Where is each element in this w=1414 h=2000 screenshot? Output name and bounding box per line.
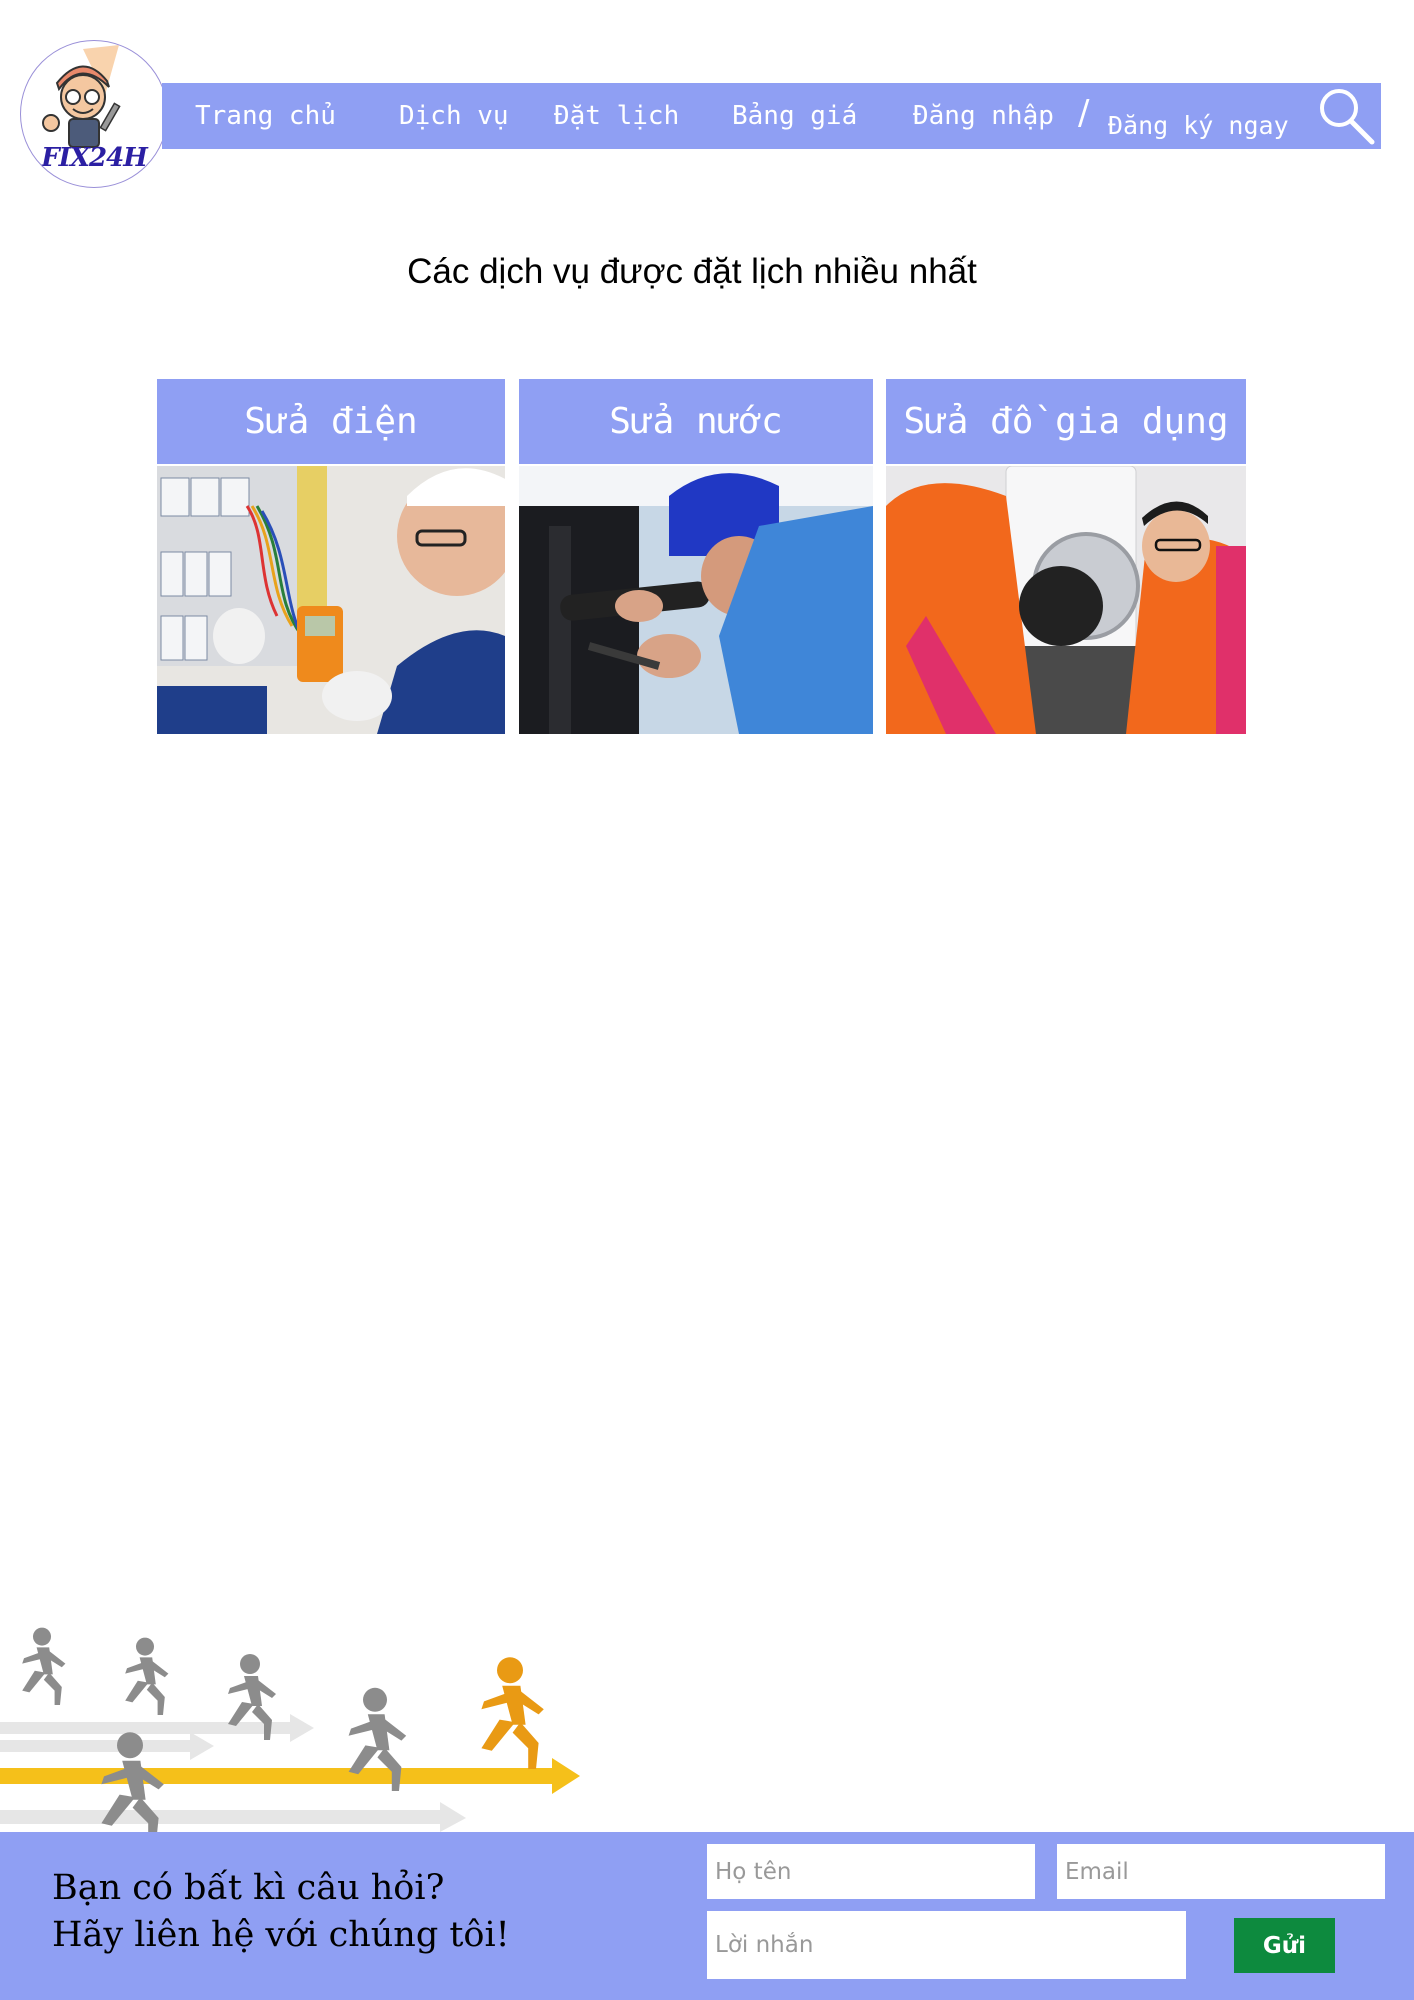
service-card-appliance[interactable]: Sửa đồ gia dụng	[886, 379, 1246, 734]
electrician-image	[157, 466, 505, 734]
contact-footer: Bạn có bất kì câu hỏi? Hãy liên hệ với c…	[0, 1832, 1414, 2000]
nav-register[interactable]: Đăng ký ngay	[1108, 113, 1289, 138]
search-icon[interactable]	[1314, 84, 1378, 148]
contact-invite: Hãy liên hệ với chúng tôi!	[52, 1915, 510, 1955]
service-card-title: Sửa nước	[519, 379, 873, 464]
nav-booking[interactable]: Đặt lịch	[554, 83, 679, 149]
nav-separator: /	[1078, 93, 1090, 133]
email-field[interactable]	[1057, 1844, 1385, 1899]
message-field[interactable]	[707, 1911, 1186, 1979]
logo[interactable]: FIX24H	[20, 40, 168, 188]
section-title: Các dịch vụ được đặt lịch nhiều nhất	[407, 252, 977, 291]
nav-services[interactable]: Dịch vụ	[399, 83, 509, 149]
send-button[interactable]: Gửi	[1234, 1918, 1335, 1973]
service-card-title: Sửa điện	[157, 379, 505, 464]
contact-question: Bạn có bất kì câu hỏi?	[52, 1868, 445, 1908]
plumber-image	[519, 466, 873, 734]
main-nav: Trang chủ Dịch vụ Đặt lịch Bảng giá Đăng…	[162, 83, 1381, 149]
name-field[interactable]	[707, 1844, 1035, 1899]
nav-login[interactable]: Đăng nhập	[913, 83, 1054, 149]
runners-illustration	[0, 1627, 580, 1832]
logo-text: FIX24H	[41, 143, 148, 173]
nav-pricing[interactable]: Bảng giá	[732, 83, 857, 149]
service-card-electric[interactable]: Sửa điện	[157, 379, 505, 734]
appliance-repair-image	[886, 466, 1246, 734]
service-card-plumbing[interactable]: Sửa nước	[519, 379, 873, 734]
nav-home[interactable]: Trang chủ	[195, 83, 336, 149]
service-card-title: Sửa đồ gia dụng	[886, 379, 1246, 464]
